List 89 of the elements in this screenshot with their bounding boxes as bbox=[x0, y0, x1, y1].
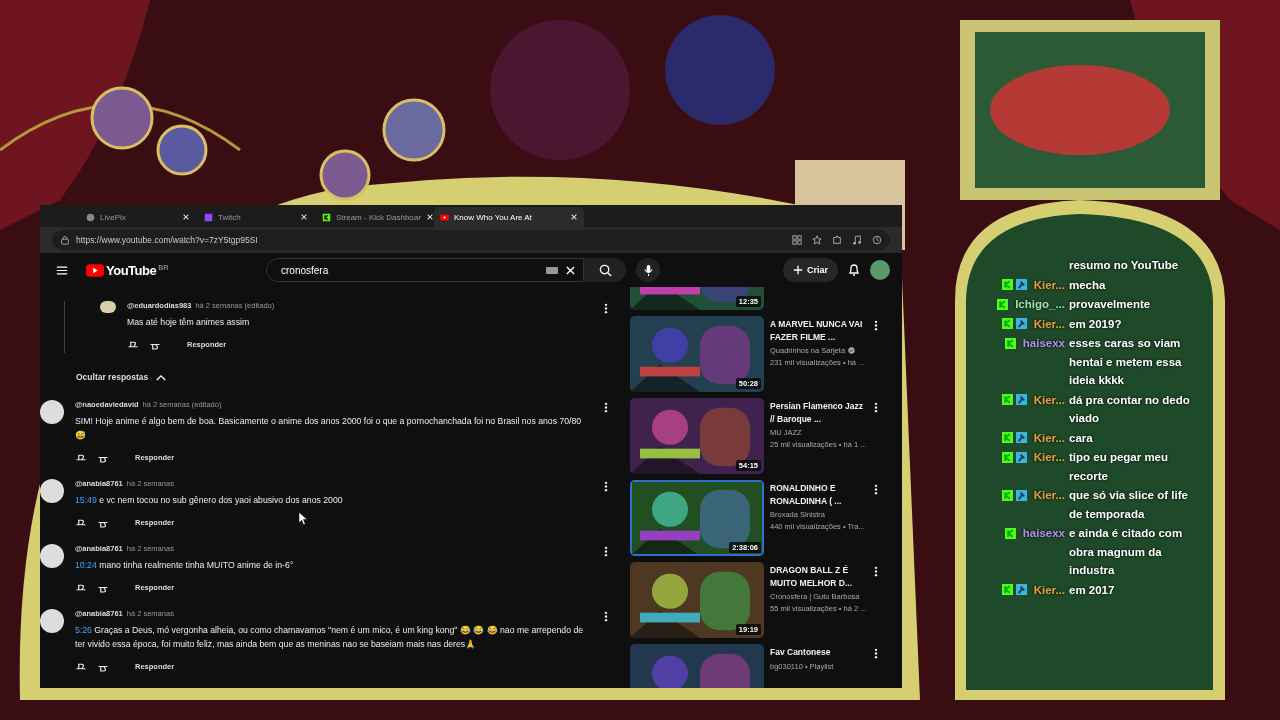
more-icon[interactable] bbox=[874, 320, 878, 331]
kick-badge-icon bbox=[1001, 451, 1013, 463]
tab-favicon-icon bbox=[204, 212, 213, 222]
more-icon[interactable] bbox=[604, 611, 608, 622]
close-icon[interactable] bbox=[300, 213, 308, 221]
kick-badge-icon bbox=[1001, 279, 1013, 290]
comment-text: 15:49 e vc nem tocou no sub gênero dos yaoi abusivo dos anos 2000 bbox=[75, 494, 344, 507]
chat-username[interactable]: Kier... bbox=[1033, 489, 1065, 501]
kick-badge-icon bbox=[1001, 318, 1013, 329]
more-icon[interactable] bbox=[874, 402, 878, 413]
kick-badge-icon bbox=[1004, 337, 1016, 349]
browser-tab[interactable]: Know Who You Are At bbox=[434, 207, 584, 227]
chevron-up-icon bbox=[156, 373, 167, 381]
notifications-icon[interactable] bbox=[848, 263, 860, 277]
close-icon[interactable] bbox=[570, 213, 578, 221]
browser-tab[interactable]: Twitch bbox=[198, 207, 314, 227]
keyboard-icon[interactable] bbox=[546, 266, 558, 274]
chat-message: mecha bbox=[1069, 277, 1106, 293]
hide-replies-button[interactable]: Ocultar respostas bbox=[70, 368, 173, 386]
video-title[interactable]: Fav Cantonese bbox=[770, 646, 862, 659]
chat-username[interactable]: Kier... bbox=[1033, 278, 1065, 291]
history-icon[interactable] bbox=[872, 235, 882, 245]
close-icon[interactable] bbox=[425, 213, 434, 221]
music-icon[interactable] bbox=[852, 235, 862, 245]
apps-icon[interactable] bbox=[792, 235, 802, 245]
more-icon[interactable] bbox=[604, 481, 608, 492]
microphone-icon bbox=[643, 263, 653, 277]
chat-message: cara bbox=[1069, 430, 1093, 446]
more-icon[interactable] bbox=[604, 303, 608, 314]
chat-message: em 2017 bbox=[1069, 582, 1115, 598]
tab-favicon-icon bbox=[322, 212, 331, 222]
comment-text: 5:26 Graças a Deus, mó vergonha alheia, ou como chamavamos "nem é um mico, é um king kong" 😂 😂 😂 nao me arrependo de ter vivido essa época, foi muito feliz, mas ainda bem que as meninas nao se baseiam mais nas deres🙏 bbox=[75, 624, 584, 651]
menu-icon[interactable] bbox=[56, 264, 68, 276]
kick-badge-icon bbox=[997, 298, 1009, 310]
chat-username[interactable]: Kier... bbox=[1033, 431, 1065, 444]
search-button[interactable] bbox=[584, 258, 626, 282]
comment-text: Mas até hoje têm animes assim bbox=[127, 316, 251, 329]
extensions-icon[interactable] bbox=[832, 235, 842, 245]
tab-favicon-icon bbox=[86, 212, 95, 222]
close-icon[interactable] bbox=[182, 213, 190, 221]
browser-tab[interactable]: LivePix bbox=[80, 207, 196, 227]
lock-icon bbox=[60, 235, 70, 245]
more-icon[interactable] bbox=[874, 484, 878, 495]
chat-username[interactable]: Kier... bbox=[1033, 317, 1065, 330]
timestamp-link[interactable]: 5:26 bbox=[75, 625, 92, 635]
more-icon[interactable] bbox=[874, 566, 878, 577]
create-button[interactable]: Criar bbox=[783, 258, 838, 282]
chat-username[interactable]: Ichigo_... bbox=[1015, 298, 1065, 310]
tab-favicon-icon bbox=[440, 212, 449, 222]
more-icon[interactable] bbox=[604, 546, 608, 557]
user-avatar[interactable] bbox=[870, 260, 890, 280]
star-icon[interactable] bbox=[812, 235, 822, 245]
more-icon[interactable] bbox=[604, 402, 608, 413]
chat-username[interactable]: Kier... bbox=[1033, 583, 1065, 596]
kick-badge-icon bbox=[1001, 432, 1013, 443]
plus-icon bbox=[793, 265, 803, 275]
kick-badge-icon bbox=[1001, 394, 1013, 405]
video-title[interactable]: Persian Flamenco Jazz // Baroque ... bbox=[770, 400, 867, 425]
chat-username[interactable]: Kier... bbox=[1033, 393, 1065, 406]
video-title[interactable]: A MARVEL NUNCA VAI FAZER FILME ... bbox=[770, 318, 865, 343]
kick-badge-icon bbox=[1001, 584, 1013, 595]
chat-username[interactable]: haisexx bbox=[1022, 527, 1065, 539]
chat-message: resumo no YouTube bbox=[1069, 258, 1179, 273]
avatar-icon bbox=[100, 301, 116, 313]
comment-text: 10:24 mano tinha realmente tinha MUITO anime de in-6° bbox=[75, 559, 295, 572]
timestamp-link[interactable]: 15:49 bbox=[75, 495, 97, 505]
comment-text: SIM! Hoje anime é algo bem de boa. Basicamente o anime dos anos 2000 foi o que a pornochanchada foi no Brasil nos anos 70/80 😅 bbox=[75, 415, 583, 442]
browser-tab[interactable]: Stream - Kick Dashboar bbox=[316, 207, 432, 227]
clear-icon[interactable] bbox=[566, 265, 575, 275]
youtube-logo-text[interactable]: YouTube bbox=[106, 262, 157, 278]
mouse-pointer-icon bbox=[299, 512, 308, 525]
more-icon[interactable] bbox=[874, 648, 878, 659]
youtube-logo-icon[interactable] bbox=[86, 263, 104, 277]
search-icon bbox=[598, 263, 612, 277]
timestamp-link[interactable]: 10:24 bbox=[75, 560, 97, 570]
address-bar[interactable]: https://www.youtube.com/watch?v=7zY5tgp95SI bbox=[52, 230, 890, 250]
microphone-button[interactable] bbox=[636, 258, 660, 282]
avatar-icon bbox=[40, 544, 64, 568]
video-title[interactable]: DRAGON BALL Z É MUITO MELHOR D... bbox=[770, 564, 867, 589]
kick-badge-icon bbox=[1004, 527, 1016, 539]
chat-username[interactable]: Kier... bbox=[1033, 451, 1065, 463]
video-title[interactable]: RONALDINHO E RONALDINHA ( ... bbox=[770, 482, 865, 507]
chat-message: em 2019? bbox=[1069, 316, 1122, 332]
chat-username[interactable]: haisexx bbox=[1022, 337, 1065, 349]
avatar-icon bbox=[40, 400, 64, 424]
kick-badge-icon bbox=[1001, 489, 1013, 501]
avatar-icon bbox=[40, 609, 64, 633]
chat-message: provavelmente bbox=[1069, 297, 1151, 312]
avatar-icon bbox=[40, 479, 64, 503]
